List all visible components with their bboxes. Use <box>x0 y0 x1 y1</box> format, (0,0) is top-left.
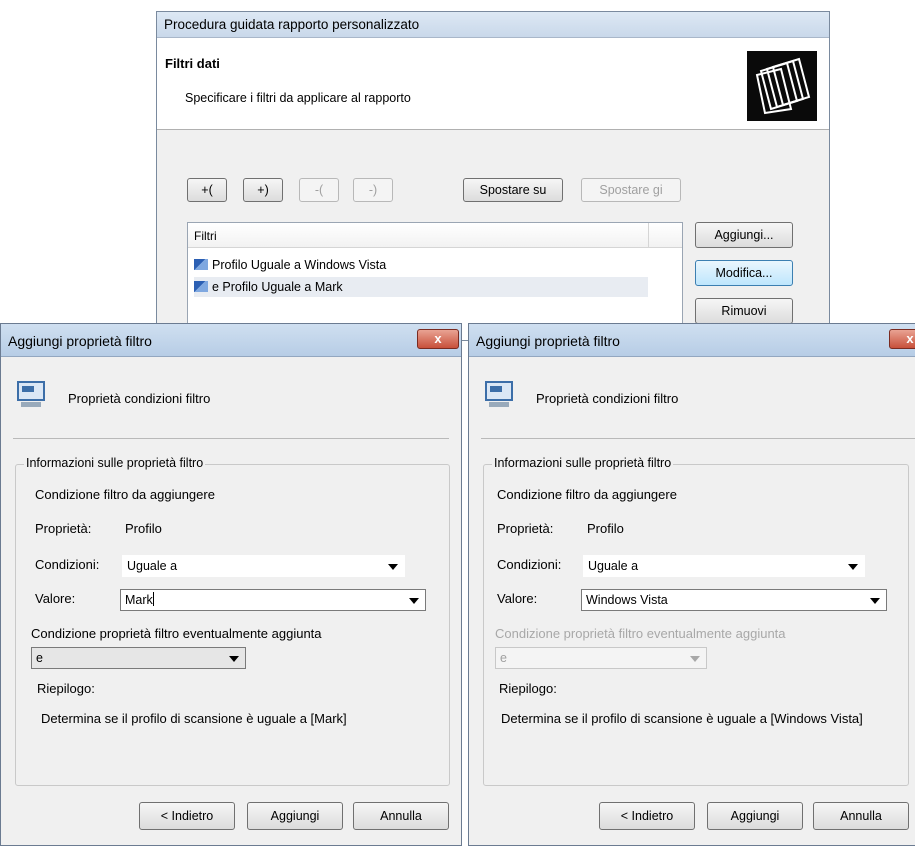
move-up-button[interactable]: Spostare su <box>463 178 563 202</box>
summary-label: Riepilogo: <box>499 681 557 696</box>
extra-condition-value: e <box>500 651 507 665</box>
edit-filter-button[interactable]: Modifica... <box>695 260 793 286</box>
filter-text: Profilo Uguale a Windows Vista <box>212 258 387 272</box>
open-paren-remove-button[interactable]: -( <box>299 178 339 202</box>
back-button[interactable]: < Indietro <box>139 802 235 830</box>
summary-text: Determina se il profilo di scansione è u… <box>41 711 347 726</box>
column-separator <box>648 223 649 247</box>
group-label: Informazioni sulle proprietà filtro <box>492 456 674 470</box>
conditions-label: Condizioni: <box>35 557 100 572</box>
dialog-title-bar: Aggiungi proprietà filtro x <box>469 324 915 357</box>
chevron-down-icon[interactable] <box>690 656 700 662</box>
cancel-button[interactable]: Annulla <box>353 802 449 830</box>
close-icon[interactable]: x <box>417 329 459 349</box>
profile-icon <box>194 259 208 270</box>
list-item[interactable]: Profilo Uguale a Windows Vista <box>194 255 648 275</box>
dialog-subheader: Proprietà condizioni filtro <box>1 356 461 436</box>
filters-list-header[interactable]: Filtri <box>188 223 682 248</box>
chevron-down-icon[interactable] <box>870 598 880 604</box>
add-button[interactable]: Aggiungi <box>247 802 343 830</box>
conditions-dropdown[interactable]: Uguale a <box>583 555 865 577</box>
dialog-subtitle: Proprietà condizioni filtro <box>68 391 211 406</box>
extra-condition-label: Condizione proprietà filtro eventualment… <box>31 626 322 641</box>
report-wizard-window: Procedura guidata rapporto personalizzat… <box>156 11 830 341</box>
filters-column-header: Filtri <box>194 229 217 243</box>
property-value: Profilo <box>125 521 162 536</box>
list-item[interactable]: e Profilo Uguale a Mark <box>194 277 648 297</box>
conditions-dropdown[interactable]: Uguale a <box>122 555 405 577</box>
wizard-header: Filtri dati Specificare i filtri da appl… <box>157 38 829 130</box>
dialog-subheader: Proprietà condizioni filtro <box>469 356 915 436</box>
cancel-button[interactable]: Annulla <box>813 802 909 830</box>
remove-filter-button[interactable]: Rimuovi <box>695 298 793 324</box>
move-down-button[interactable]: Spostare gi <box>581 178 681 202</box>
filter-property-group: Informazioni sulle proprietà filtro <box>483 456 909 786</box>
close-icon[interactable]: x <box>889 329 915 349</box>
profile-icon <box>194 281 208 292</box>
value-combobox[interactable]: Windows Vista <box>581 589 887 611</box>
chevron-down-icon[interactable] <box>388 564 398 570</box>
add-filter-button[interactable]: Aggiungi... <box>695 222 793 248</box>
divider <box>13 438 449 439</box>
extra-condition-dropdown[interactable]: e <box>495 647 707 669</box>
dialog-title: Aggiungi proprietà filtro <box>8 333 152 349</box>
add-filter-property-dialog-mark: Aggiungi proprietà filtro x Proprietà co… <box>0 323 462 846</box>
extra-condition-dropdown[interactable]: e <box>31 647 246 669</box>
dialog-subtitle: Proprietà condizioni filtro <box>536 391 679 406</box>
chevron-down-icon[interactable] <box>848 564 858 570</box>
conditions-label: Condizioni: <box>497 557 562 572</box>
extra-condition-label: Condizione proprietà filtro eventualment… <box>495 626 786 641</box>
summary-label: Riepilogo: <box>37 681 95 696</box>
wizard-header-title: Filtri dati <box>165 56 220 71</box>
value-label: Valore: <box>497 591 538 606</box>
filter-property-group: Informazioni sulle proprietà filtro <box>15 456 450 786</box>
property-label: Proprietà: <box>35 521 92 536</box>
value-label: Valore: <box>35 591 76 606</box>
value-input-text[interactable]: Windows Vista <box>586 593 668 607</box>
close-paren-remove-button[interactable]: -) <box>353 178 393 202</box>
dialog-title-bar: Aggiungi proprietà filtro x <box>1 324 461 357</box>
property-label: Proprietà: <box>497 521 554 536</box>
wizard-title: Procedura guidata rapporto personalizzat… <box>164 17 420 32</box>
wizard-header-subtitle: Specificare i filtri da applicare al rap… <box>185 91 411 105</box>
filter-text: e Profilo Uguale a Mark <box>212 280 343 294</box>
value-input-text[interactable]: Mark <box>125 593 153 607</box>
open-paren-add-button[interactable]: +( <box>187 178 227 202</box>
add-button[interactable]: Aggiungi <box>707 802 803 830</box>
condition-heading: Condizione filtro da aggiungere <box>35 487 215 502</box>
folders-icon <box>747 51 817 121</box>
condition-heading: Condizione filtro da aggiungere <box>497 487 677 502</box>
chevron-down-icon[interactable] <box>229 656 239 662</box>
divider <box>481 438 915 439</box>
wizard-title-bar: Procedura guidata rapporto personalizzat… <box>157 12 829 38</box>
group-label: Informazioni sulle proprietà filtro <box>24 456 206 470</box>
computer-icon <box>15 381 47 409</box>
extra-condition-value: e <box>36 651 43 665</box>
dialog-title: Aggiungi proprietà filtro <box>476 333 620 349</box>
conditions-value: Uguale a <box>588 559 639 573</box>
value-combobox[interactable]: Mark <box>120 589 426 611</box>
add-filter-property-dialog-vista: Aggiungi proprietà filtro x Proprietà co… <box>468 323 915 846</box>
property-value: Profilo <box>587 521 624 536</box>
conditions-value: Uguale a <box>127 559 178 573</box>
chevron-down-icon[interactable] <box>409 598 419 604</box>
computer-icon <box>483 381 515 409</box>
summary-text: Determina se il profilo di scansione è u… <box>501 711 863 726</box>
text-caret <box>152 592 154 606</box>
back-button[interactable]: < Indietro <box>599 802 695 830</box>
close-paren-add-button[interactable]: +) <box>243 178 283 202</box>
